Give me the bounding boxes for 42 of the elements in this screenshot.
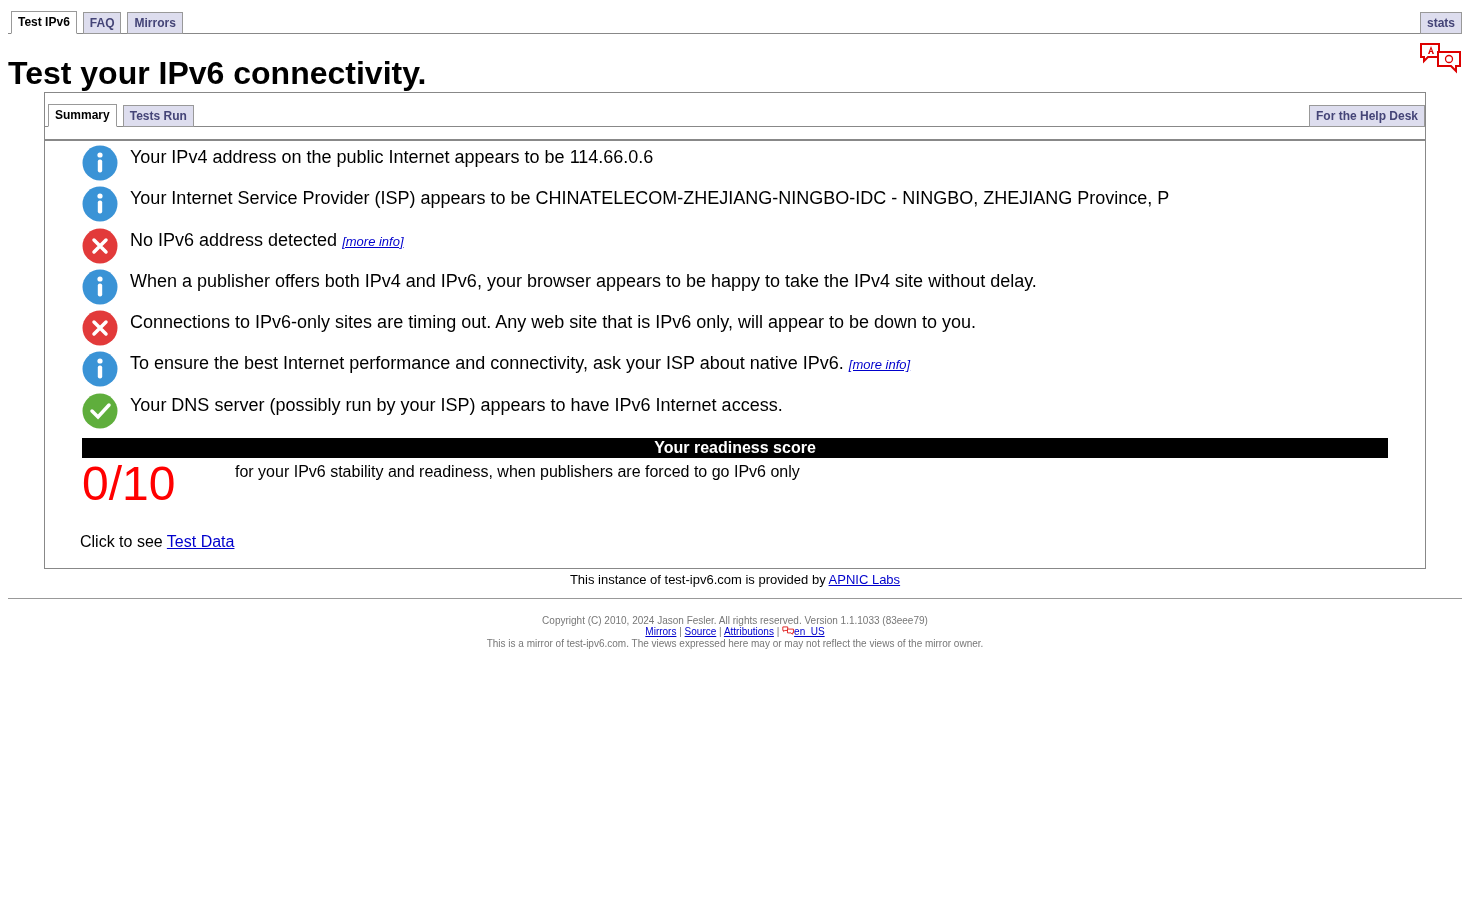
copyright-text: Copyright (C) 2010, 2024 Jason Fesler. All rights reserved. Version 1.1.1033 (83eee79) <box>541 614 929 627</box>
result-text: Your Internet Service Provider (ISP) appears to be CHINATELECOM-ZHEJIANG-NINGBO-IDC - NINGBO, ZHEJIANG Province, P <box>130 187 1170 210</box>
more-info-link[interactable]: [more info] <box>342 233 404 249</box>
tab[interactable]: stats <box>1420 12 1462 34</box>
result-text: To ensure the best Internet performance and connectivity, ask your ISP about native IPv6. [more info] <box>130 352 911 376</box>
result-text: Your IPv4 address on the public Internet appears to be 114.66.0.6 <box>130 146 654 168</box>
separator: | <box>678 626 683 638</box>
more-info-link[interactable]: [more info] <box>848 357 911 373</box>
provider-text: This instance of test-ipv6.com is provided by <box>569 572 826 588</box>
score-description: for your IPv6 stability and readiness, when publishers are forced to go IPv6 only <box>235 462 800 483</box>
separator: | <box>718 626 723 638</box>
footer-link[interactable]: Mirrors <box>645 626 677 638</box>
locale-link[interactable]: en_US <box>782 626 825 638</box>
score-value: 0/10 <box>81 458 177 511</box>
error-icon <box>82 310 118 347</box>
test-data-label: Click to see <box>80 533 163 551</box>
translate-icon <box>782 626 795 637</box>
tab[interactable]: Tests Run <box>122 105 194 127</box>
info-icon <box>82 268 118 305</box>
result-text: Connections to IPv6-only sites are timing out. Any web site that is IPv6 only, will appear to be down to you. <box>130 311 977 334</box>
error-icon <box>82 227 118 264</box>
footer-link[interactable]: Attributions <box>723 626 774 638</box>
test-data-link[interactable]: Test Data <box>166 533 235 551</box>
tab[interactable]: For the Help Desk <box>1308 105 1425 127</box>
info-icon <box>82 351 118 388</box>
separator: | <box>775 626 781 638</box>
result-text: No IPv6 address detected [more info] <box>130 228 404 252</box>
page-title: Test your IPv6 connectivity. <box>8 54 427 92</box>
result-text: When a publisher offers both IPv4 and IPv6, your browser appears to be happy to take the IPv4 site without delay. <box>130 269 1037 292</box>
info-icon <box>82 186 118 223</box>
footer-link[interactable]: Source <box>684 626 717 638</box>
tab[interactable]: FAQ <box>82 12 122 34</box>
tab[interactable]: Summary <box>48 104 117 127</box>
check-icon <box>82 392 118 429</box>
result-text: Your DNS server (possibly run by your ISP) appears to have IPv6 Internet access. <box>130 393 783 416</box>
score-heading: Your readiness score <box>82 438 1388 459</box>
tab[interactable]: Mirrors <box>127 12 183 34</box>
translate-icon[interactable] <box>1418 42 1462 76</box>
mirror-note: This is a mirror of test-ipv6.com. The views expressed here may or may not reflect the views of the mirror owner. <box>485 637 985 650</box>
info-icon <box>82 145 118 181</box>
apnic-link[interactable]: APNIC Labs <box>828 572 901 588</box>
tab[interactable]: Test IPv6 <box>11 11 77 34</box>
